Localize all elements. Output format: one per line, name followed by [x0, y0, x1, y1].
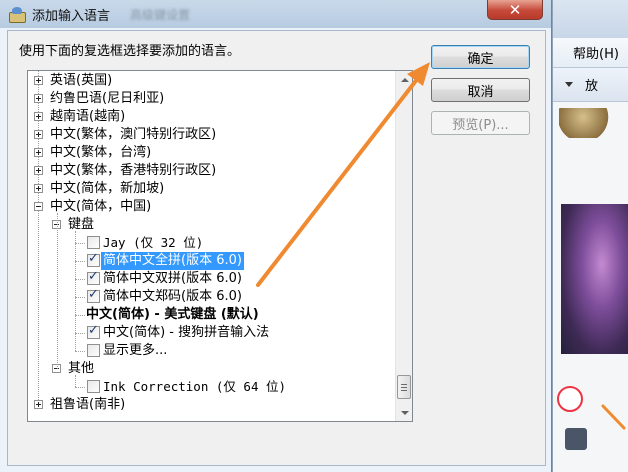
chevron-down-icon[interactable] — [565, 82, 573, 87]
tree-connector — [57, 213, 58, 369]
expand-toggle-icon[interactable] — [34, 400, 43, 409]
language-item: 越南语(越南) — [50, 109, 126, 124]
background-toolbar[interactable]: 放 — [553, 68, 628, 102]
keyboard-item-label: 简体中文郑码(版本 6.0) — [103, 289, 242, 304]
keyboard-checkbox[interactable] — [87, 251, 100, 267]
tree-connector — [75, 333, 85, 334]
background-toolbar-label: 放 — [585, 79, 599, 94]
expand-toggle-icon[interactable] — [34, 76, 43, 85]
preview-button-label: 预览(P)... — [452, 117, 509, 133]
dialog-title: 添加输入语言 — [32, 8, 111, 24]
language-item: 中文(简体，新加坡) — [50, 181, 165, 196]
tree-vertical-scrollbar[interactable] — [395, 71, 412, 421]
close-button[interactable]: ✕ — [487, 0, 543, 20]
background-menu-help[interactable]: 帮助(H) — [553, 38, 628, 68]
expand-toggle-icon[interactable] — [34, 94, 43, 103]
preview-button[interactable]: 预览(P)... — [431, 111, 530, 135]
app-logo-icon — [565, 428, 587, 450]
keyboard-checkbox[interactable] — [87, 344, 100, 357]
scroll-down-arrow-icon — [400, 410, 409, 415]
dialog-titlebar[interactable]: 添加输入语言 高级键设置 — [0, 0, 551, 28]
language-item: 中文(简体，中国) — [50, 199, 152, 214]
tree-connector — [75, 351, 85, 352]
keyboard-checkbox[interactable] — [87, 287, 100, 303]
scroll-up-button[interactable] — [396, 71, 412, 88]
scroll-down-button[interactable] — [396, 404, 412, 421]
other-group-label: 其他 — [68, 361, 95, 376]
keyboard-item-label: 中文(简体) - 搜狗拼音输入法 — [103, 325, 270, 340]
expand-toggle-icon[interactable] — [34, 148, 43, 157]
language-item: 中文(繁体，台湾) — [50, 145, 152, 160]
keyboard-checkbox[interactable] — [87, 236, 100, 249]
close-icon: ✕ — [508, 0, 522, 19]
keyboard-item-label: 简体中文双拼(版本 6.0) — [103, 271, 242, 286]
expand-toggle-icon[interactable] — [34, 184, 43, 193]
tree-connector — [75, 243, 85, 244]
keyboard-checkbox[interactable] — [87, 323, 100, 339]
cancel-button-label: 取消 — [467, 84, 494, 100]
ok-button-label: 确定 — [467, 51, 494, 67]
gamepad-logo-icon — [557, 386, 583, 412]
other-checkbox[interactable] — [87, 380, 100, 393]
instruction-text: 使用下面的复选框选择要添加的语言。 — [19, 44, 241, 59]
language-item: 约鲁巴语(尼日利亚) — [50, 91, 165, 106]
tree-connector — [75, 297, 85, 298]
cancel-button[interactable]: 取消 — [431, 78, 530, 102]
background-window-title: 高级键设置 — [130, 7, 191, 22]
tree-connector — [75, 375, 76, 387]
language-tree[interactable]: 英语(英国) 约鲁巴语(尼日利亚) 越南语(越南) 中文(繁体，澳门特别行政区) 中文(… — [27, 70, 413, 422]
add-input-language-dialog: 添加输入语言 高级键设置 ✕ 使用下面的复选框选择要添加的语言。 英语(英国) 约… — [0, 0, 552, 472]
keyboard-group-label: 键盘 — [68, 217, 95, 232]
other-item-label: Ink Correction (仅 64 位) — [103, 379, 287, 394]
keyboard-globe-icon — [8, 6, 26, 23]
tree-connector — [75, 279, 85, 280]
keyboard-item-label: 中文(简体) - 美式键盘 (默认) — [86, 307, 259, 322]
expand-toggle-icon[interactable] — [34, 112, 43, 121]
keyboard-item-label: Jay (仅 32 位) — [103, 235, 204, 250]
background-game-image — [561, 204, 628, 354]
language-item: 中文(繁体，香港特别行政区) — [50, 163, 217, 178]
background-app-titlebar — [553, 0, 628, 38]
language-item: 英语(英国) — [50, 73, 113, 88]
keyboard-checkbox[interactable] — [87, 269, 100, 285]
language-item: 祖鲁语(南非) — [50, 397, 126, 412]
background-menu-help-label: 帮助(H) — [573, 47, 619, 62]
tree-connector — [75, 261, 85, 262]
collapse-toggle-icon[interactable] — [34, 202, 43, 211]
ok-button[interactable]: 确定 — [431, 45, 530, 69]
expand-toggle-icon[interactable] — [34, 166, 43, 175]
tree-connector — [75, 387, 85, 388]
language-item: 中文(繁体，澳门特别行政区) — [50, 127, 217, 142]
tree-connector — [75, 315, 85, 316]
background-app-window: 帮助(H) 放 — [552, 0, 628, 472]
keyboard-item-label: 简体中文全拼(版本 6.0) — [101, 252, 244, 270]
expand-toggle-icon[interactable] — [34, 130, 43, 139]
scroll-up-arrow-icon — [400, 77, 409, 82]
tree-connector — [75, 231, 76, 351]
background-image-fragment — [559, 108, 619, 138]
keyboard-item-label: 显示更多... — [103, 343, 168, 358]
scroll-thumb[interactable] — [397, 375, 411, 399]
